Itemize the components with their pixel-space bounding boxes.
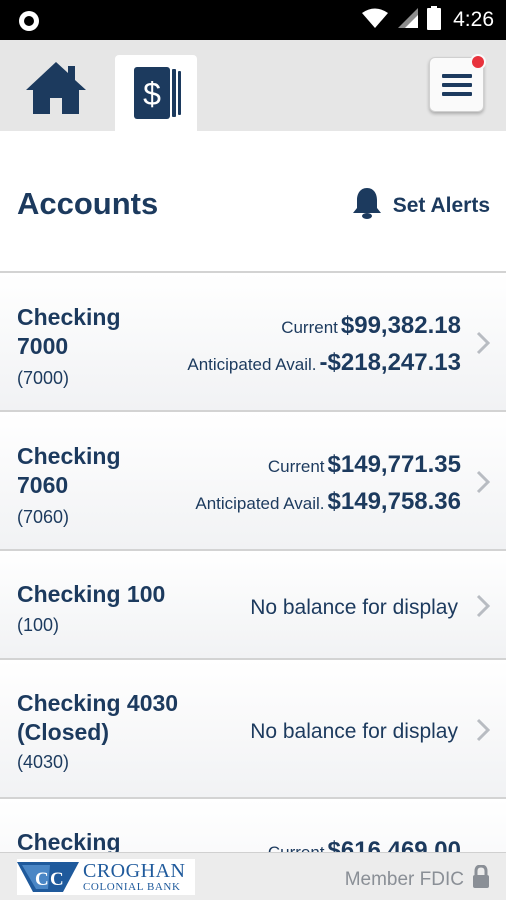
account-number: (100): [17, 615, 60, 635]
account-list: Checking 7000 (7000) Current $99,382.18 …: [0, 273, 506, 853]
account-name-line1: Checking: [17, 829, 121, 853]
menu-button[interactable]: [429, 54, 486, 112]
current-balance: Current $616,469.00: [268, 837, 461, 853]
anticipated-balance: Anticipated Avail. $149,758.36: [195, 488, 461, 516]
account-number: (7000): [17, 368, 70, 388]
account-name-line2: 7060: [17, 472, 69, 498]
account-name: Checking 100: [17, 580, 165, 609]
member-fdic: Member FDIC: [344, 864, 490, 894]
anticipated-value: $149,758.36: [327, 488, 461, 515]
svg-text:$: $: [143, 76, 161, 112]
lock-icon: [472, 864, 490, 894]
member-fdic-label: Member FDIC: [344, 868, 464, 890]
current-value: $149,771.35: [327, 451, 461, 478]
chevron-right-icon: [476, 470, 490, 494]
chevron-right-icon: [476, 594, 490, 618]
current-value: $99,382.18: [340, 312, 461, 339]
account-name: Checking 7060: [17, 442, 121, 500]
anticipated-label: Anticipated Avail.: [195, 494, 325, 513]
account-row[interactable]: Checking 4030 (Closed) (4030) No balance…: [0, 660, 506, 799]
account-row[interactable]: Checking 7060 (7060) Current $149,771.35…: [0, 412, 506, 551]
circle-app-icon: [17, 9, 41, 33]
footer: C C CROGHAN COLONIAL BANK Member FDIC: [0, 852, 506, 900]
account-name: Checking 7000: [17, 303, 121, 361]
notification-badge: [470, 54, 486, 70]
battery-icon: [427, 5, 442, 35]
logo-text: CROGHAN COLONIAL BANK: [83, 861, 185, 893]
account-name: Checking: [17, 828, 121, 853]
top-nav-bar: $: [0, 40, 506, 131]
bank-name-line1: CROGHAN: [83, 860, 186, 882]
account-name-line1: Checking: [17, 443, 121, 469]
account-name-line1: Checking 4030: [17, 690, 179, 716]
current-label: Current: [281, 318, 338, 337]
page-title: Accounts: [17, 186, 159, 221]
bank-logo: C C CROGHAN COLONIAL BANK: [17, 859, 195, 895]
anticipated-label: Anticipated Avail.: [187, 355, 317, 374]
logo-letter-1: C: [35, 869, 49, 890]
current-label: Current: [267, 457, 325, 476]
accounts-tab[interactable]: $: [115, 55, 197, 131]
status-icons: 4:26: [361, 5, 494, 35]
account-number: (7060): [17, 507, 70, 527]
account-number: (4030): [17, 752, 70, 772]
chevron-right-icon: [476, 718, 490, 742]
account-name-line2: (Closed): [17, 719, 109, 745]
accounts-header: Accounts Set Alerts: [0, 131, 506, 273]
no-balance-text: No balance for display: [250, 720, 458, 743]
set-alerts-label: Set Alerts: [392, 193, 490, 217]
account-name-line1: Checking: [17, 304, 121, 330]
account-name: Checking 4030 (Closed): [17, 689, 178, 747]
anticipated-balance: Anticipated Avail. -$218,247.13: [187, 349, 461, 377]
account-row[interactable]: Checking 7000 (7000) Current $99,382.18 …: [0, 273, 506, 412]
current-value: $616,469.00: [327, 837, 461, 853]
bank-name-line2: COLONIAL BANK: [83, 881, 181, 893]
account-name-line2: 7000: [17, 333, 69, 359]
anticipated-value: -$218,247.13: [319, 349, 461, 376]
account-row[interactable]: Checking 100 (100) No balance for displa…: [0, 551, 506, 660]
home-icon: [24, 62, 88, 120]
bell-icon: [351, 186, 383, 225]
home-button[interactable]: [24, 60, 94, 116]
status-bar: 4:26: [0, 0, 506, 40]
chevron-right-icon: [476, 331, 490, 355]
logo-letter-2: C: [50, 869, 64, 890]
logo-mark: C C: [17, 860, 81, 894]
set-alerts-button[interactable]: Set Alerts: [351, 186, 490, 225]
cell-signal-icon: [397, 7, 419, 34]
current-balance: Current $149,771.35: [268, 451, 461, 479]
account-row[interactable]: Checking Current $616,469.00: [0, 799, 506, 853]
no-balance-text: No balance for display: [250, 596, 458, 619]
wifi-icon: [361, 7, 389, 34]
current-balance: Current $99,382.18: [281, 312, 461, 340]
status-time: 4:26: [453, 8, 494, 31]
account-name-line1: Checking 100: [17, 581, 166, 607]
